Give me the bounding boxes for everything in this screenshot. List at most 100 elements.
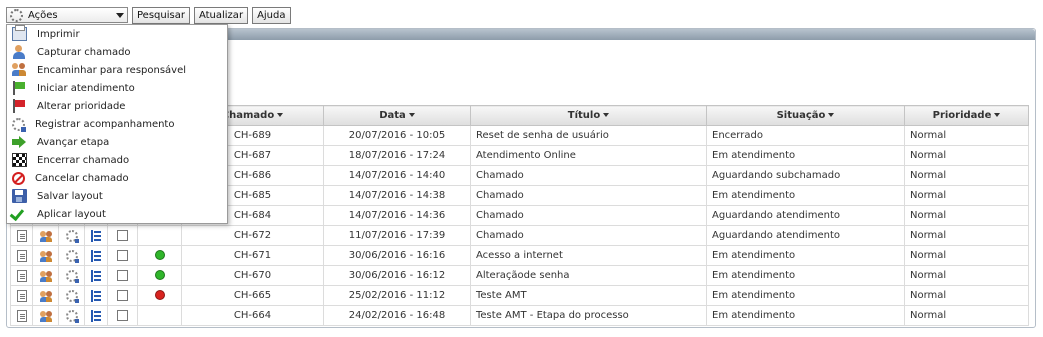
details-cell[interactable]	[10, 305, 33, 326]
users-icon[interactable]	[39, 310, 52, 322]
details-icon[interactable]	[16, 289, 27, 302]
table-row[interactable]: CH-664 24/02/2016 - 16:48 Teste AMT - Et…	[10, 305, 1029, 326]
details-cell[interactable]	[10, 285, 33, 306]
row-checkbox[interactable]	[117, 269, 128, 281]
data-cell: 11/07/2016 - 17:39	[323, 225, 471, 246]
row-checkbox[interactable]	[117, 229, 128, 241]
forward-cell[interactable]	[32, 285, 59, 306]
forward-cell[interactable]	[32, 265, 59, 286]
situacao-cell: Em atendimento	[706, 285, 905, 306]
select-cell[interactable]	[107, 285, 138, 306]
search-button[interactable]: Pesquisar	[132, 6, 190, 24]
menu-item-salvar-layout[interactable]: Salvar layout	[7, 187, 227, 205]
menu-item-avan-ar-etapa[interactable]: Avançar etapa	[7, 133, 227, 151]
table-row[interactable]: CH-671 30/06/2016 - 16:16 Acesso a inter…	[10, 245, 1029, 266]
table-row[interactable]: CH-672 11/07/2016 - 17:39 Chamado Aguard…	[10, 225, 1029, 246]
menu-item-aplicar-layout[interactable]: Aplicar layout	[7, 205, 227, 223]
users-icon[interactable]	[39, 250, 52, 262]
track-cell[interactable]	[58, 305, 85, 326]
sort-down-icon	[408, 113, 415, 117]
select-cell[interactable]	[107, 225, 138, 246]
track-cell[interactable]	[58, 225, 85, 246]
menu-item-iniciar-atendimento[interactable]: Iniciar atendimento	[7, 79, 227, 97]
details-cell[interactable]	[10, 265, 33, 286]
cancel-icon	[12, 171, 25, 185]
col-titulo[interactable]: Título	[470, 105, 707, 126]
tracking-icon[interactable]	[65, 309, 79, 323]
table-row[interactable]: CH-670 30/06/2016 - 16:12 Alteraçãode se…	[10, 265, 1029, 286]
sort-down-icon	[603, 113, 610, 117]
row-checkbox[interactable]	[117, 289, 128, 301]
menu-item-capturar-chamado[interactable]: Capturar chamado	[7, 43, 227, 61]
row-checkbox[interactable]	[117, 249, 128, 261]
users-icon[interactable]	[39, 290, 52, 302]
track-cell[interactable]	[58, 265, 85, 286]
tree-cell[interactable]	[84, 265, 108, 286]
col-data-label: Data	[379, 110, 406, 121]
gear-icon	[10, 8, 23, 22]
users-icon[interactable]	[39, 230, 52, 242]
chamado-cell: CH-664	[181, 305, 324, 326]
tracking-icon[interactable]	[65, 249, 79, 263]
tracking-icon[interactable]	[65, 229, 79, 243]
refresh-button[interactable]: Atualizar	[193, 6, 249, 24]
details-icon[interactable]	[16, 269, 27, 282]
data-cell: 25/02/2016 - 11:12	[323, 285, 471, 306]
tree-cell[interactable]	[84, 285, 108, 306]
track-cell[interactable]	[58, 285, 85, 306]
prioridade-cell: Normal	[904, 165, 1029, 186]
tree-icon[interactable]	[90, 269, 102, 282]
menu-item-label: Avançar etapa	[37, 136, 110, 148]
tree-cell[interactable]	[84, 245, 108, 266]
toolbar: Ações Pesquisar Atualizar Ajuda	[6, 6, 291, 24]
details-icon[interactable]	[16, 249, 27, 262]
col-prioridade[interactable]: Prioridade	[904, 105, 1029, 126]
prioridade-cell: Normal	[904, 265, 1029, 286]
finish-flag-icon	[12, 153, 27, 167]
menu-item-encaminhar-para-respons-vel[interactable]: Encaminhar para responsável	[7, 61, 227, 79]
tree-icon[interactable]	[90, 289, 102, 302]
chamado-cell: CH-671	[181, 245, 324, 266]
table-row[interactable]: CH-665 25/02/2016 - 11:12 Teste AMT Em a…	[10, 285, 1029, 306]
tracking-icon[interactable]	[65, 269, 79, 283]
col-situacao[interactable]: Situação	[706, 105, 905, 126]
tree-icon[interactable]	[90, 249, 102, 262]
help-button[interactable]: Ajuda	[252, 6, 291, 24]
forward-cell[interactable]	[32, 245, 59, 266]
forward-cell[interactable]	[32, 225, 59, 246]
menu-item-encerrar-chamado[interactable]: Encerrar chamado	[7, 151, 227, 169]
select-cell[interactable]	[107, 305, 138, 326]
forward-cell[interactable]	[32, 305, 59, 326]
actions-select[interactable]: Ações	[6, 7, 128, 23]
check-icon	[12, 207, 27, 221]
data-cell: 18/07/2016 - 17:24	[323, 145, 471, 166]
tree-icon[interactable]	[90, 229, 102, 242]
menu-item-label: Cancelar chamado	[35, 172, 129, 184]
menu-item-label: Aplicar layout	[37, 208, 106, 220]
row-checkbox[interactable]	[117, 309, 128, 321]
prioridade-cell: Normal	[904, 205, 1029, 226]
menu-item-registrar-acompanhamento[interactable]: Registrar acompanhamento	[7, 115, 227, 133]
status-cell	[137, 285, 182, 306]
sort-down-icon	[828, 113, 835, 117]
track-cell[interactable]	[58, 245, 85, 266]
titulo-cell: Alteraçãode senha	[470, 265, 707, 286]
details-icon[interactable]	[16, 309, 27, 322]
details-cell[interactable]	[10, 245, 33, 266]
details-cell[interactable]	[10, 225, 33, 246]
menu-item-imprimir[interactable]: Imprimir	[7, 25, 227, 43]
select-cell[interactable]	[107, 265, 138, 286]
menu-item-alterar-prioridade[interactable]: Alterar prioridade	[7, 97, 227, 115]
col-data[interactable]: Data	[323, 105, 471, 126]
menu-item-cancelar-chamado[interactable]: Cancelar chamado	[7, 169, 227, 187]
tracking-icon[interactable]	[65, 289, 79, 303]
select-cell[interactable]	[107, 245, 138, 266]
situacao-cell: Encerrado	[706, 125, 905, 146]
prioridade-cell: Normal	[904, 245, 1029, 266]
tree-cell[interactable]	[84, 225, 108, 246]
tree-icon[interactable]	[90, 309, 102, 322]
red-flag-icon	[12, 99, 27, 113]
details-icon[interactable]	[16, 229, 27, 242]
users-icon[interactable]	[39, 270, 52, 282]
tree-cell[interactable]	[84, 305, 108, 326]
